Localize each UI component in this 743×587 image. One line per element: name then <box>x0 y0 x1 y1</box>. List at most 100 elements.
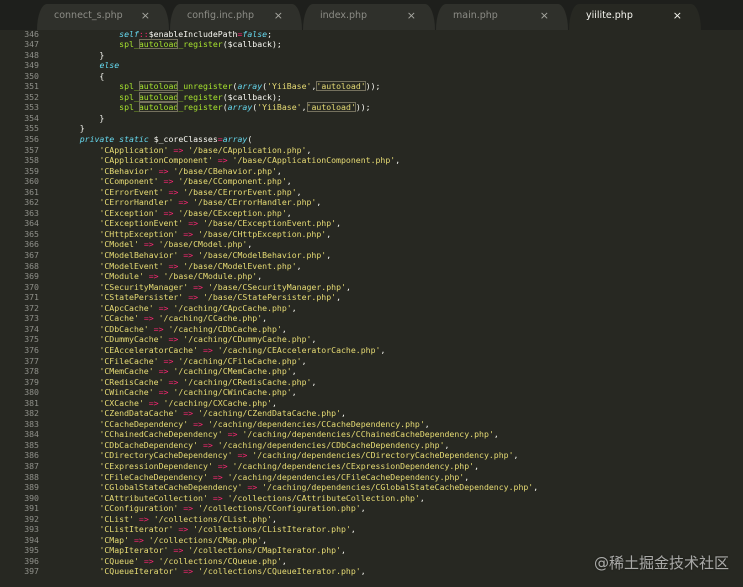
line-number: 392 <box>24 513 39 524</box>
code-line[interactable]: 'CCacheDependency' => '/caching/dependen… <box>60 419 538 430</box>
tab-config-inc-php[interactable]: config.inc.php × <box>170 4 302 30</box>
line-number: 347 <box>24 39 39 50</box>
line-number: 369 <box>24 271 39 282</box>
code-line[interactable]: 'CGlobalStateCacheDependency' => '/cachi… <box>60 482 538 493</box>
line-number-gutter: 3453463473483493503513523533543553563573… <box>0 30 40 587</box>
code-line[interactable]: spl_autoload_unregister(array('YiiBase',… <box>60 81 538 92</box>
code-line[interactable]: 'CDirectoryCacheDependency' => '/caching… <box>60 450 538 461</box>
code-line[interactable]: spl_autoload_register($callback); <box>60 39 538 50</box>
code-line[interactable]: 'CModelBehavior' => '/base/CModelBehavio… <box>60 250 538 261</box>
line-number: 351 <box>24 81 39 92</box>
code-line[interactable]: 'CApplicationComponent' => '/base/CAppli… <box>60 155 538 166</box>
line-number: 374 <box>24 323 39 334</box>
line-number: 358 <box>24 155 39 166</box>
line-number: 390 <box>24 492 39 503</box>
code-line[interactable]: 'CModule' => '/base/CModule.php', <box>60 271 538 282</box>
tab-label: index.php <box>320 10 368 21</box>
code-line[interactable]: 'CHttpException' => '/base/CHttpExceptio… <box>60 229 538 240</box>
line-number: 367 <box>24 250 39 261</box>
code-line[interactable]: 'CZendDataCache' => '/caching/CZendDataC… <box>60 408 538 419</box>
code-line[interactable]: 'CExpressionDependency' => '/caching/dep… <box>60 461 538 472</box>
code-line[interactable]: 'CChainedCacheDependency' => '/caching/d… <box>60 429 538 440</box>
line-number: 385 <box>24 439 39 450</box>
line-number: 360 <box>24 176 39 187</box>
code-line[interactable]: 'CEAcceleratorCache' => '/caching/CEAcce… <box>60 345 538 356</box>
code-line[interactable]: private static $_coreClasses=array( <box>60 134 538 145</box>
line-number: 371 <box>24 292 39 303</box>
line-number: 378 <box>24 366 39 377</box>
line-number: 348 <box>24 49 39 60</box>
line-number: 384 <box>24 429 39 440</box>
code-line[interactable]: 'CQueueIterator' => '/collections/CQueue… <box>60 566 538 577</box>
code-line[interactable]: { <box>60 71 538 82</box>
line-number: 376 <box>24 344 39 355</box>
tab-index-php[interactable]: index.php × <box>303 4 435 30</box>
code-line[interactable]: 'CComponent' => '/base/CComponent.php', <box>60 176 538 187</box>
line-number: 394 <box>24 534 39 545</box>
code-line[interactable]: 'CFileCache' => '/caching/CFileCache.php… <box>60 356 538 367</box>
code-line[interactable]: 'CMapIterator' => '/collections/CMapIter… <box>60 545 538 556</box>
code-line[interactable]: 'CDummyCache' => '/caching/CDummyCache.p… <box>60 334 538 345</box>
line-number: 356 <box>24 134 39 145</box>
code-line[interactable]: 'CException' => '/base/CException.php', <box>60 208 538 219</box>
code-line[interactable]: 'CList' => '/collections/CList.php', <box>60 514 538 525</box>
line-number: 386 <box>24 450 39 461</box>
line-number: 354 <box>24 112 39 123</box>
code-line[interactable]: 'CErrorEvent' => '/base/CErrorEvent.php'… <box>60 187 538 198</box>
line-number: 379 <box>24 376 39 387</box>
code-line[interactable]: 'CMap' => '/collections/CMap.php', <box>60 535 538 546</box>
tab-connect-s-php[interactable]: connect_s.php × <box>37 4 169 30</box>
code-line[interactable]: 'CModel' => '/base/CModel.php', <box>60 239 538 250</box>
tab-main-php[interactable]: main.php × <box>436 4 568 30</box>
code-line[interactable]: 'CListIterator' => '/collections/CListIt… <box>60 524 538 535</box>
code-line[interactable]: } <box>60 50 538 61</box>
line-number: 370 <box>24 281 39 292</box>
close-icon[interactable]: × <box>407 4 416 28</box>
code-editor[interactable]: 3453463473483493503513523533543553563573… <box>0 30 743 587</box>
code-area[interactable]: { self::$enableIncludePath=false; spl_au… <box>60 30 538 577</box>
tab-yiilite-php[interactable]: yiilite.php × <box>569 4 701 30</box>
code-line[interactable]: 'CApplication' => '/base/CApplication.ph… <box>60 145 538 156</box>
code-line[interactable]: 'CRedisCache' => '/caching/CRedisCache.p… <box>60 377 538 388</box>
code-line[interactable]: 'CXCache' => '/caching/CXCache.php', <box>60 398 538 409</box>
code-line[interactable]: 'CApcCache' => '/caching/CApcCache.php', <box>60 303 538 314</box>
line-number: 359 <box>24 165 39 176</box>
close-icon[interactable]: × <box>673 4 682 28</box>
line-number: 377 <box>24 355 39 366</box>
code-line[interactable]: 'CWinCache' => '/caching/CWinCache.php', <box>60 387 538 398</box>
code-line[interactable]: 'CStatePersister' => '/base/CStatePersis… <box>60 292 538 303</box>
close-icon[interactable]: × <box>540 4 549 28</box>
line-number: 387 <box>24 460 39 471</box>
code-line[interactable]: 'CConfiguration' => '/collections/CConfi… <box>60 503 538 514</box>
close-icon[interactable]: × <box>141 4 150 28</box>
code-line[interactable]: 'CDbCacheDependency' => '/caching/depend… <box>60 440 538 451</box>
code-line[interactable]: 'CExceptionEvent' => '/base/CExceptionEv… <box>60 218 538 229</box>
line-number: 355 <box>24 123 39 134</box>
code-line[interactable]: 'CSecurityManager' => '/base/CSecurityMa… <box>60 282 538 293</box>
code-line[interactable]: spl_autoload_register($callback); <box>60 91 538 103</box>
code-line[interactable]: } <box>60 123 538 134</box>
code-line[interactable]: else <box>60 60 538 71</box>
close-icon[interactable]: × <box>274 4 283 28</box>
code-line[interactable]: } <box>60 113 538 124</box>
line-number: 373 <box>24 313 39 324</box>
line-number: 365 <box>24 228 39 239</box>
line-number: 357 <box>24 144 39 155</box>
code-line[interactable]: 'CModelEvent' => '/base/CModelEvent.php'… <box>60 261 538 272</box>
line-number: 395 <box>24 545 39 556</box>
line-number: 389 <box>24 482 39 493</box>
code-line[interactable]: 'CMemCache' => '/caching/CMemCache.php', <box>60 366 538 377</box>
line-number: 393 <box>24 524 39 535</box>
code-line[interactable]: 'CDbCache' => '/caching/CDbCache.php', <box>60 324 538 335</box>
code-line[interactable]: spl_autoload_register(array('YiiBase','a… <box>60 102 538 113</box>
code-line[interactable]: 'CBehavior' => '/base/CBehavior.php', <box>60 166 538 177</box>
line-number: 361 <box>24 186 39 197</box>
code-line[interactable]: 'CCache' => '/caching/CCache.php', <box>60 313 538 324</box>
tab-label: connect_s.php <box>54 10 123 21</box>
line-number: 397 <box>24 566 39 577</box>
code-line[interactable]: 'CFileCacheDependency' => '/caching/depe… <box>60 472 538 483</box>
code-line[interactable]: self::$enableIncludePath=false; <box>60 30 538 39</box>
code-line[interactable]: 'CErrorHandler' => '/base/CErrorHandler.… <box>60 197 538 208</box>
code-line[interactable]: 'CAttributeCollection' => '/collections/… <box>60 493 538 504</box>
code-line[interactable]: 'CQueue' => '/collections/CQueue.php', <box>60 556 538 567</box>
